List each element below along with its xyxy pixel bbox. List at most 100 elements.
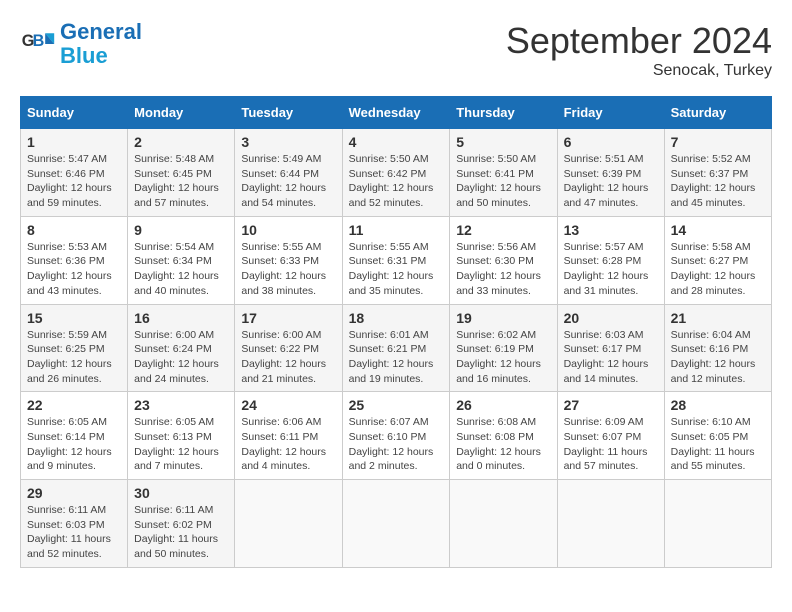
day-number: 3: [241, 134, 335, 150]
header-day-saturday: Saturday: [664, 97, 771, 129]
day-number: 20: [564, 310, 658, 326]
header-row: SundayMondayTuesdayWednesdayThursdayFrid…: [21, 97, 772, 129]
day-info: Sunrise: 5:56 AMSunset: 6:30 PMDaylight:…: [456, 240, 550, 299]
day-info: Sunrise: 5:53 AMSunset: 6:36 PMDaylight:…: [27, 240, 121, 299]
calendar-cell: 6 Sunrise: 5:51 AMSunset: 6:39 PMDaylight…: [557, 129, 664, 217]
day-number: 18: [349, 310, 444, 326]
calendar-cell: 5 Sunrise: 5:50 AMSunset: 6:41 PMDaylight…: [450, 129, 557, 217]
day-number: 26: [456, 397, 550, 413]
calendar-cell: 26 Sunrise: 6:08 AMSunset: 6:08 PMDayligh…: [450, 392, 557, 480]
day-info: Sunrise: 5:57 AMSunset: 6:28 PMDaylight:…: [564, 240, 658, 299]
day-info: Sunrise: 6:04 AMSunset: 6:16 PMDaylight:…: [671, 328, 765, 387]
calendar-cell: 10 Sunrise: 5:55 AMSunset: 6:33 PMDayligh…: [235, 216, 342, 304]
header-day-thursday: Thursday: [450, 97, 557, 129]
calendar-week-2: 8 Sunrise: 5:53 AMSunset: 6:36 PMDaylight…: [21, 216, 772, 304]
logo: G B General Blue: [20, 20, 142, 68]
day-info: Sunrise: 5:59 AMSunset: 6:25 PMDaylight:…: [27, 328, 121, 387]
day-number: 29: [27, 485, 121, 501]
day-number: 22: [27, 397, 121, 413]
calendar-week-1: 1 Sunrise: 5:47 AMSunset: 6:46 PMDaylight…: [21, 129, 772, 217]
day-info: Sunrise: 5:50 AMSunset: 6:42 PMDaylight:…: [349, 152, 444, 211]
calendar-week-3: 15 Sunrise: 5:59 AMSunset: 6:25 PMDayligh…: [21, 304, 772, 392]
day-number: 11: [349, 222, 444, 238]
day-info: Sunrise: 5:51 AMSunset: 6:39 PMDaylight:…: [564, 152, 658, 211]
header-day-sunday: Sunday: [21, 97, 128, 129]
day-number: 6: [564, 134, 658, 150]
day-number: 28: [671, 397, 765, 413]
day-info: Sunrise: 6:02 AMSunset: 6:19 PMDaylight:…: [456, 328, 550, 387]
day-info: Sunrise: 6:05 AMSunset: 6:14 PMDaylight:…: [27, 415, 121, 474]
calendar-week-5: 29Sunrise: 6:11 AMSunset: 6:03 PMDayligh…: [21, 480, 772, 568]
calendar-cell: 12 Sunrise: 5:56 AMSunset: 6:30 PMDayligh…: [450, 216, 557, 304]
day-info: Sunrise: 6:10 AMSunset: 6:05 PMDaylight:…: [671, 415, 765, 474]
location-subtitle: Senocak, Turkey: [506, 62, 772, 80]
header-day-monday: Monday: [128, 97, 235, 129]
day-info: Sunrise: 6:09 AMSunset: 6:07 PMDaylight:…: [564, 415, 658, 474]
day-number: 9: [134, 222, 228, 238]
calendar-cell: [557, 480, 664, 568]
day-number: 24: [241, 397, 335, 413]
calendar-cell: 9 Sunrise: 5:54 AMSunset: 6:34 PMDaylight…: [128, 216, 235, 304]
day-number: 15: [27, 310, 121, 326]
calendar-cell: 19Sunrise: 6:02 AMSunset: 6:19 PMDayligh…: [450, 304, 557, 392]
day-number: 10: [241, 222, 335, 238]
day-info: Sunrise: 5:55 AMSunset: 6:33 PMDaylight:…: [241, 240, 335, 299]
calendar-cell: 23 Sunrise: 6:05 AMSunset: 6:13 PMDayligh…: [128, 392, 235, 480]
calendar-cell: 3 Sunrise: 5:49 AMSunset: 6:44 PMDaylight…: [235, 129, 342, 217]
day-info: Sunrise: 5:58 AMSunset: 6:27 PMDaylight:…: [671, 240, 765, 299]
day-info: Sunrise: 6:05 AMSunset: 6:13 PMDaylight:…: [134, 415, 228, 474]
calendar-week-4: 22 Sunrise: 6:05 AMSunset: 6:14 PMDayligh…: [21, 392, 772, 480]
calendar-cell: [235, 480, 342, 568]
calendar-cell: 22 Sunrise: 6:05 AMSunset: 6:14 PMDayligh…: [21, 392, 128, 480]
day-info: Sunrise: 6:00 AMSunset: 6:24 PMDaylight:…: [134, 328, 228, 387]
calendar-cell: 29Sunrise: 6:11 AMSunset: 6:03 PMDayligh…: [21, 480, 128, 568]
calendar-cell: 4 Sunrise: 5:50 AMSunset: 6:42 PMDaylight…: [342, 129, 450, 217]
day-info: Sunrise: 6:01 AMSunset: 6:21 PMDaylight:…: [349, 328, 444, 387]
header-day-friday: Friday: [557, 97, 664, 129]
day-info: Sunrise: 5:48 AMSunset: 6:45 PMDaylight:…: [134, 152, 228, 211]
day-number: 5: [456, 134, 550, 150]
calendar-cell: 24Sunrise: 6:06 AMSunset: 6:11 PMDayligh…: [235, 392, 342, 480]
calendar-cell: 8 Sunrise: 5:53 AMSunset: 6:36 PMDaylight…: [21, 216, 128, 304]
header-day-tuesday: Tuesday: [235, 97, 342, 129]
day-info: Sunrise: 5:50 AMSunset: 6:41 PMDaylight:…: [456, 152, 550, 211]
day-info: Sunrise: 6:00 AMSunset: 6:22 PMDaylight:…: [241, 328, 335, 387]
calendar-cell: [664, 480, 771, 568]
calendar-cell: 20 Sunrise: 6:03 AMSunset: 6:17 PMDayligh…: [557, 304, 664, 392]
calendar-cell: 18 Sunrise: 6:01 AMSunset: 6:21 PMDayligh…: [342, 304, 450, 392]
day-number: 23: [134, 397, 228, 413]
logo-icon: G B: [20, 26, 56, 62]
day-info: Sunrise: 5:49 AMSunset: 6:44 PMDaylight:…: [241, 152, 335, 211]
calendar-cell: 21 Sunrise: 6:04 AMSunset: 6:16 PMDayligh…: [664, 304, 771, 392]
day-number: 14: [671, 222, 765, 238]
day-number: 1: [27, 134, 121, 150]
day-number: 21: [671, 310, 765, 326]
day-number: 13: [564, 222, 658, 238]
day-info: Sunrise: 6:08 AMSunset: 6:08 PMDaylight:…: [456, 415, 550, 474]
calendar-cell: 28 Sunrise: 6:10 AMSunset: 6:05 PMDayligh…: [664, 392, 771, 480]
day-info: Sunrise: 5:54 AMSunset: 6:34 PMDaylight:…: [134, 240, 228, 299]
calendar-cell: 1 Sunrise: 5:47 AMSunset: 6:46 PMDaylight…: [21, 129, 128, 217]
calendar-cell: 27Sunrise: 6:09 AMSunset: 6:07 PMDayligh…: [557, 392, 664, 480]
day-info: Sunrise: 5:52 AMSunset: 6:37 PMDaylight:…: [671, 152, 765, 211]
month-title: September 2024: [506, 20, 772, 62]
day-info: Sunrise: 5:55 AMSunset: 6:31 PMDaylight:…: [349, 240, 444, 299]
day-info: Sunrise: 5:47 AMSunset: 6:46 PMDaylight:…: [27, 152, 121, 211]
logo-text: General Blue: [60, 20, 142, 68]
day-number: 16: [134, 310, 228, 326]
calendar-cell: 15 Sunrise: 5:59 AMSunset: 6:25 PMDayligh…: [21, 304, 128, 392]
calendar-cell: [342, 480, 450, 568]
day-number: 7: [671, 134, 765, 150]
calendar-cell: 30Sunrise: 6:11 AMSunset: 6:02 PMDayligh…: [128, 480, 235, 568]
calendar-cell: 11 Sunrise: 5:55 AMSunset: 6:31 PMDayligh…: [342, 216, 450, 304]
day-number: 8: [27, 222, 121, 238]
day-info: Sunrise: 6:03 AMSunset: 6:17 PMDaylight:…: [564, 328, 658, 387]
svg-text:B: B: [33, 32, 45, 50]
calendar-cell: 17Sunrise: 6:00 AMSunset: 6:22 PMDayligh…: [235, 304, 342, 392]
day-number: 2: [134, 134, 228, 150]
day-number: 30: [134, 485, 228, 501]
title-block: September 2024 Senocak, Turkey: [506, 20, 772, 80]
day-number: 4: [349, 134, 444, 150]
header-day-wednesday: Wednesday: [342, 97, 450, 129]
day-number: 12: [456, 222, 550, 238]
